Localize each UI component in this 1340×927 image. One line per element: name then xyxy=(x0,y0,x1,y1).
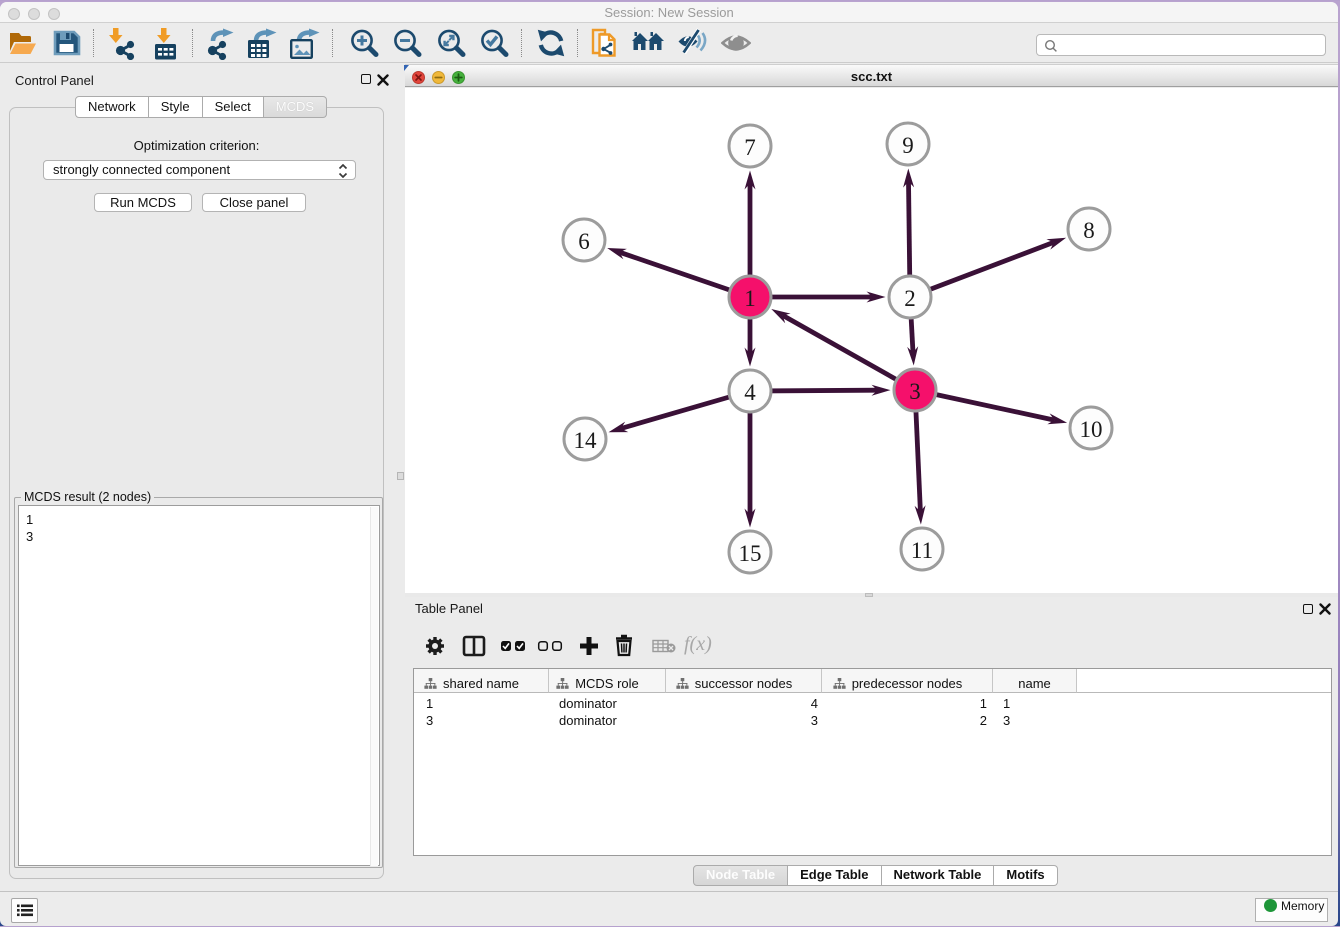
svg-text:10: 10 xyxy=(1080,417,1103,442)
svg-text:6: 6 xyxy=(578,229,590,254)
svg-text:3: 3 xyxy=(909,379,921,404)
svg-text:15: 15 xyxy=(739,541,762,566)
svg-text:9: 9 xyxy=(902,133,914,158)
svg-text:4: 4 xyxy=(744,380,756,405)
svg-text:1: 1 xyxy=(744,286,756,311)
svg-text:2: 2 xyxy=(904,286,916,311)
svg-text:11: 11 xyxy=(911,538,933,563)
svg-text:14: 14 xyxy=(574,428,598,453)
svg-text:8: 8 xyxy=(1083,218,1095,243)
svg-text:7: 7 xyxy=(744,135,756,160)
